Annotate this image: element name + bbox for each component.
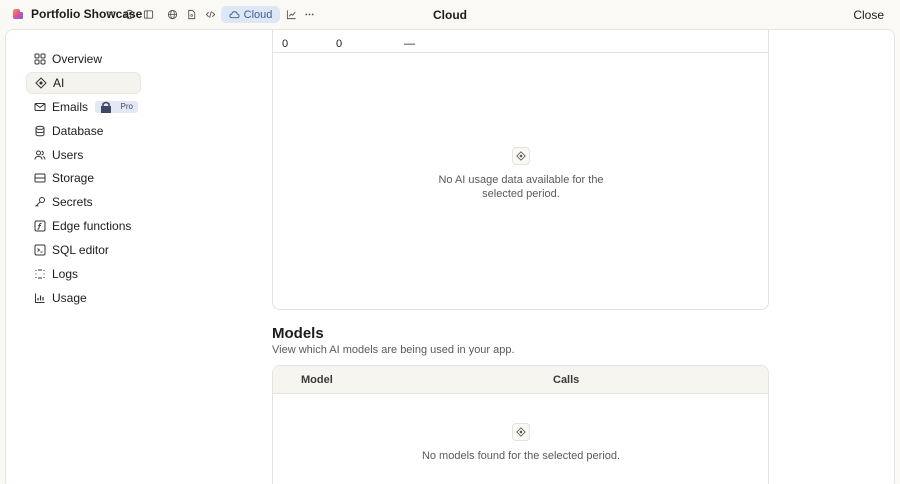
sidebar-item-emails[interactable]: Emails Pro bbox=[26, 96, 141, 118]
database-icon bbox=[35, 125, 45, 136]
sidebar-item-sql-editor[interactable]: SQL editor bbox=[26, 239, 141, 261]
globe-icon[interactable] bbox=[165, 7, 179, 21]
more-icon[interactable] bbox=[302, 7, 316, 21]
users-icon bbox=[34, 150, 46, 160]
top-bar: Portfolio Showcase Cloud Cloud Close bbox=[0, 0, 900, 28]
sidebar-toggle-icon[interactable] bbox=[141, 7, 155, 21]
sidebar-item-label: Users bbox=[52, 147, 84, 162]
sidebar-item-storage[interactable]: Storage bbox=[26, 167, 141, 189]
sidebar-item-usage[interactable]: Usage bbox=[26, 287, 141, 309]
ai-usage-card: 0 0 — No AI usage data available for the… bbox=[272, 30, 769, 310]
cloud-button-label: Cloud bbox=[243, 8, 273, 21]
sidebar-item-label: Emails bbox=[52, 99, 89, 114]
sidebar-item-database[interactable]: Database bbox=[26, 120, 141, 142]
close-button[interactable]: Close bbox=[853, 8, 884, 22]
row-divider bbox=[273, 52, 768, 53]
sidebar-item-label: Usage bbox=[52, 290, 87, 305]
sidebar-item-label: AI bbox=[53, 75, 65, 90]
models-table-header: Model Calls bbox=[273, 366, 768, 394]
logs-icon bbox=[35, 269, 45, 279]
pro-badge: Pro bbox=[94, 100, 138, 113]
sidebar-item-overview[interactable]: Overview bbox=[26, 48, 141, 70]
sidebar-item-edge-functions[interactable]: Edge functions bbox=[26, 215, 141, 237]
ai-icon bbox=[35, 77, 47, 89]
sidebar-item-label: SQL editor bbox=[52, 243, 109, 258]
terminal-icon bbox=[34, 244, 46, 256]
key-icon bbox=[35, 197, 45, 208]
usage-empty-message: No AI usage data available for the selec… bbox=[438, 174, 604, 200]
chevron-down-icon[interactable] bbox=[107, 9, 115, 17]
models-title: Models bbox=[272, 325, 324, 342]
pro-badge-label: Pro bbox=[120, 102, 133, 112]
function-icon bbox=[34, 220, 46, 232]
code-icon[interactable] bbox=[203, 7, 217, 21]
cloud-icon bbox=[229, 11, 240, 19]
sidebar-item-logs[interactable]: Logs bbox=[26, 263, 141, 285]
storage-icon bbox=[34, 173, 46, 183]
history-icon[interactable] bbox=[122, 7, 136, 21]
ai-empty-icon bbox=[512, 147, 530, 165]
sidebar-item-label: Edge functions bbox=[52, 219, 132, 234]
sidebar-item-secrets[interactable]: Secrets bbox=[26, 191, 141, 213]
cloud-button[interactable]: Cloud bbox=[221, 6, 280, 23]
sidebar-item-label: Logs bbox=[52, 267, 79, 282]
chart-icon bbox=[35, 293, 45, 303]
usage-value-3: — bbox=[404, 38, 415, 50]
sidebar-item-users[interactable]: Users bbox=[26, 144, 141, 166]
main-panel: Overview AI Emails Pro Database Users St… bbox=[5, 29, 895, 484]
models-empty-message: No models found for the selected period. bbox=[421, 450, 621, 462]
app-logo-icon[interactable] bbox=[12, 8, 24, 20]
document-icon[interactable] bbox=[184, 7, 198, 21]
grid-icon bbox=[34, 53, 46, 65]
sidebar-item-label: Storage bbox=[52, 171, 95, 186]
models-subtitle: View which AI models are being used in y… bbox=[272, 344, 515, 356]
column-header-model[interactable]: Model bbox=[301, 374, 333, 386]
sidebar-item-ai[interactable]: AI bbox=[26, 71, 141, 94]
usage-value-2: 0 bbox=[336, 38, 343, 50]
sidebar: Overview AI Emails Pro Database Users St… bbox=[26, 48, 141, 311]
models-table: Model Calls No models found for the sele… bbox=[272, 365, 769, 484]
usage-value-1: 0 bbox=[282, 38, 289, 50]
mail-icon bbox=[34, 102, 46, 111]
sidebar-item-label: Secrets bbox=[52, 195, 93, 210]
lock-icon bbox=[100, 101, 111, 113]
models-empty-icon bbox=[512, 423, 530, 441]
sidebar-item-label: Database bbox=[52, 123, 104, 138]
column-header-calls[interactable]: Calls bbox=[553, 374, 579, 386]
sidebar-item-label: Overview bbox=[52, 52, 103, 66]
analytics-icon[interactable] bbox=[284, 7, 298, 21]
